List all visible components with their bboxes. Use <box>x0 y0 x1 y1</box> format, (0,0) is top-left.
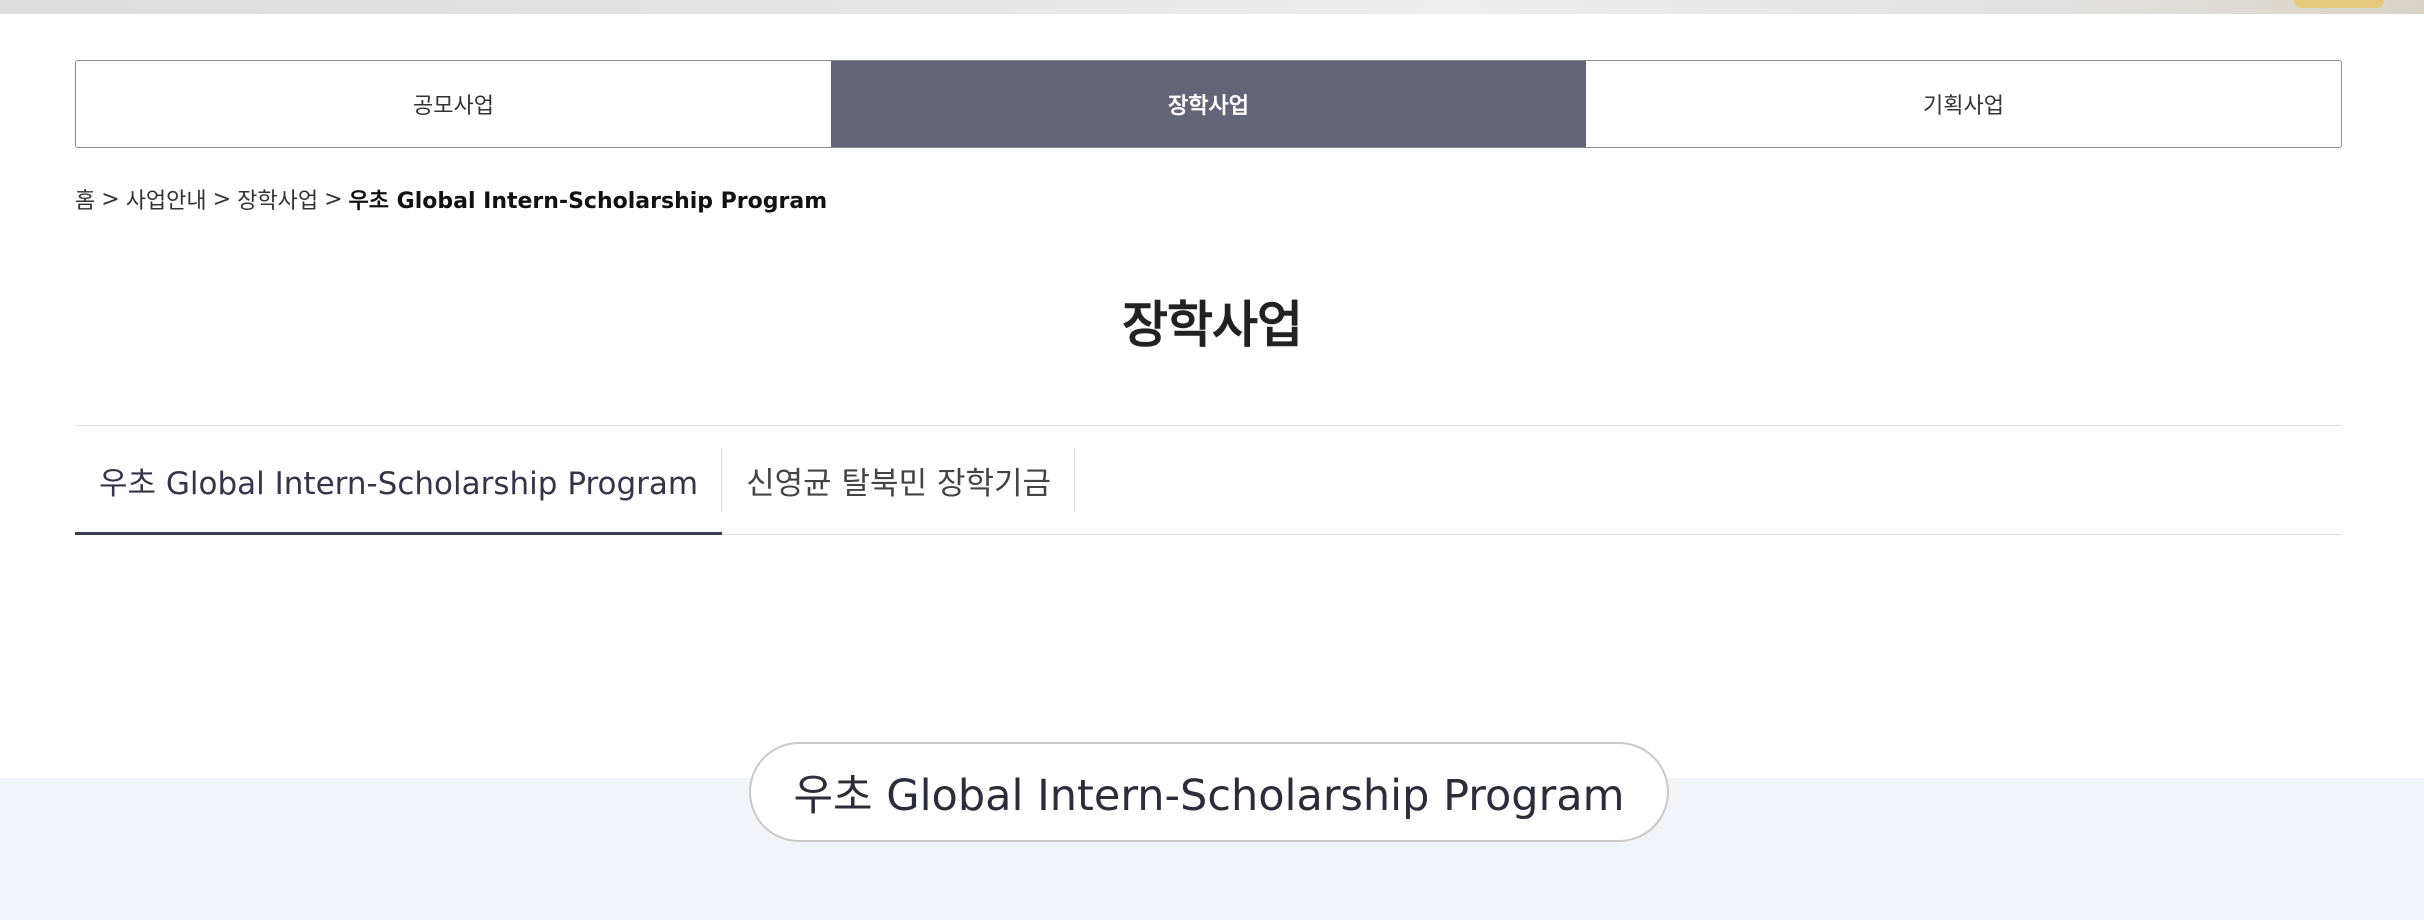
hero-banner-accent <box>2294 0 2384 8</box>
breadcrumb-scholarship-link[interactable]: 장학사업 <box>237 183 318 215</box>
category-tab-bar: 공모사업 장학사업 기획사업 <box>75 60 2342 148</box>
breadcrumb-home-link[interactable]: 홈 <box>75 183 95 215</box>
section-heading: 우초 Global Intern-Scholarship Program <box>793 771 1625 821</box>
breadcrumb-business-info-link[interactable]: 사업안내 <box>126 183 207 215</box>
program-tab-bar: 우초 Global Intern-Scholarship Program 신영균… <box>75 425 2342 535</box>
tab-label: 우초 Global Intern-Scholarship Program <box>99 465 699 502</box>
breadcrumb-separator: > <box>212 186 232 212</box>
page-title: 장학사업 <box>1122 296 1303 354</box>
hero-banner-bottom <box>0 0 2424 14</box>
tab-divider <box>1074 448 1076 512</box>
tab-defector-scholarship-fund[interactable]: 신영균 탈북민 장학기금 <box>722 426 1076 534</box>
tab-planning-projects[interactable]: 기획사업 <box>1586 61 2341 147</box>
section-heading-pill: 우초 Global Intern-Scholarship Program <box>749 742 1669 842</box>
breadcrumb-separator: > <box>101 186 120 212</box>
breadcrumb-separator: > <box>324 186 343 212</box>
tab-scholarship-projects[interactable]: 장학사업 <box>831 61 1586 147</box>
tab-label: 신영균 탈북민 장학기금 <box>746 465 1052 502</box>
tab-global-intern-scholarship[interactable]: 우초 Global Intern-Scholarship Program <box>75 426 723 535</box>
tab-contest-projects[interactable]: 공모사업 <box>76 61 831 147</box>
breadcrumb-current: 우초 Global Intern-Scholarship Program <box>348 189 828 214</box>
breadcrumb: 홈 > 사업안내 > 장학사업 > 우초 Global Intern-Schol… <box>75 183 827 215</box>
